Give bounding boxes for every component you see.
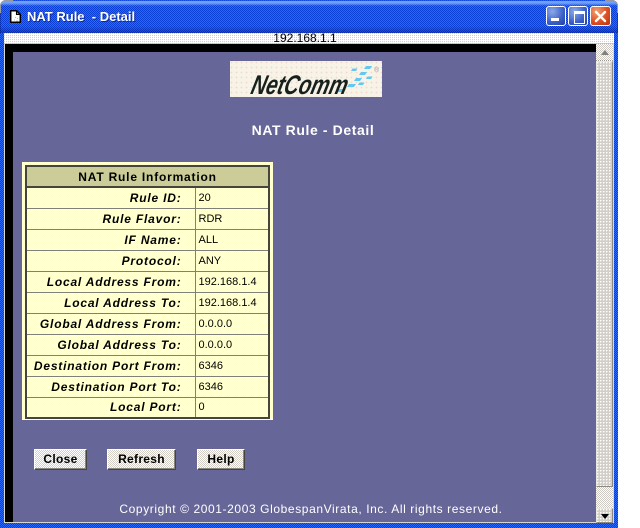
svg-text:NetComm: NetComm (248, 69, 352, 97)
svg-text:®: ® (374, 66, 380, 74)
